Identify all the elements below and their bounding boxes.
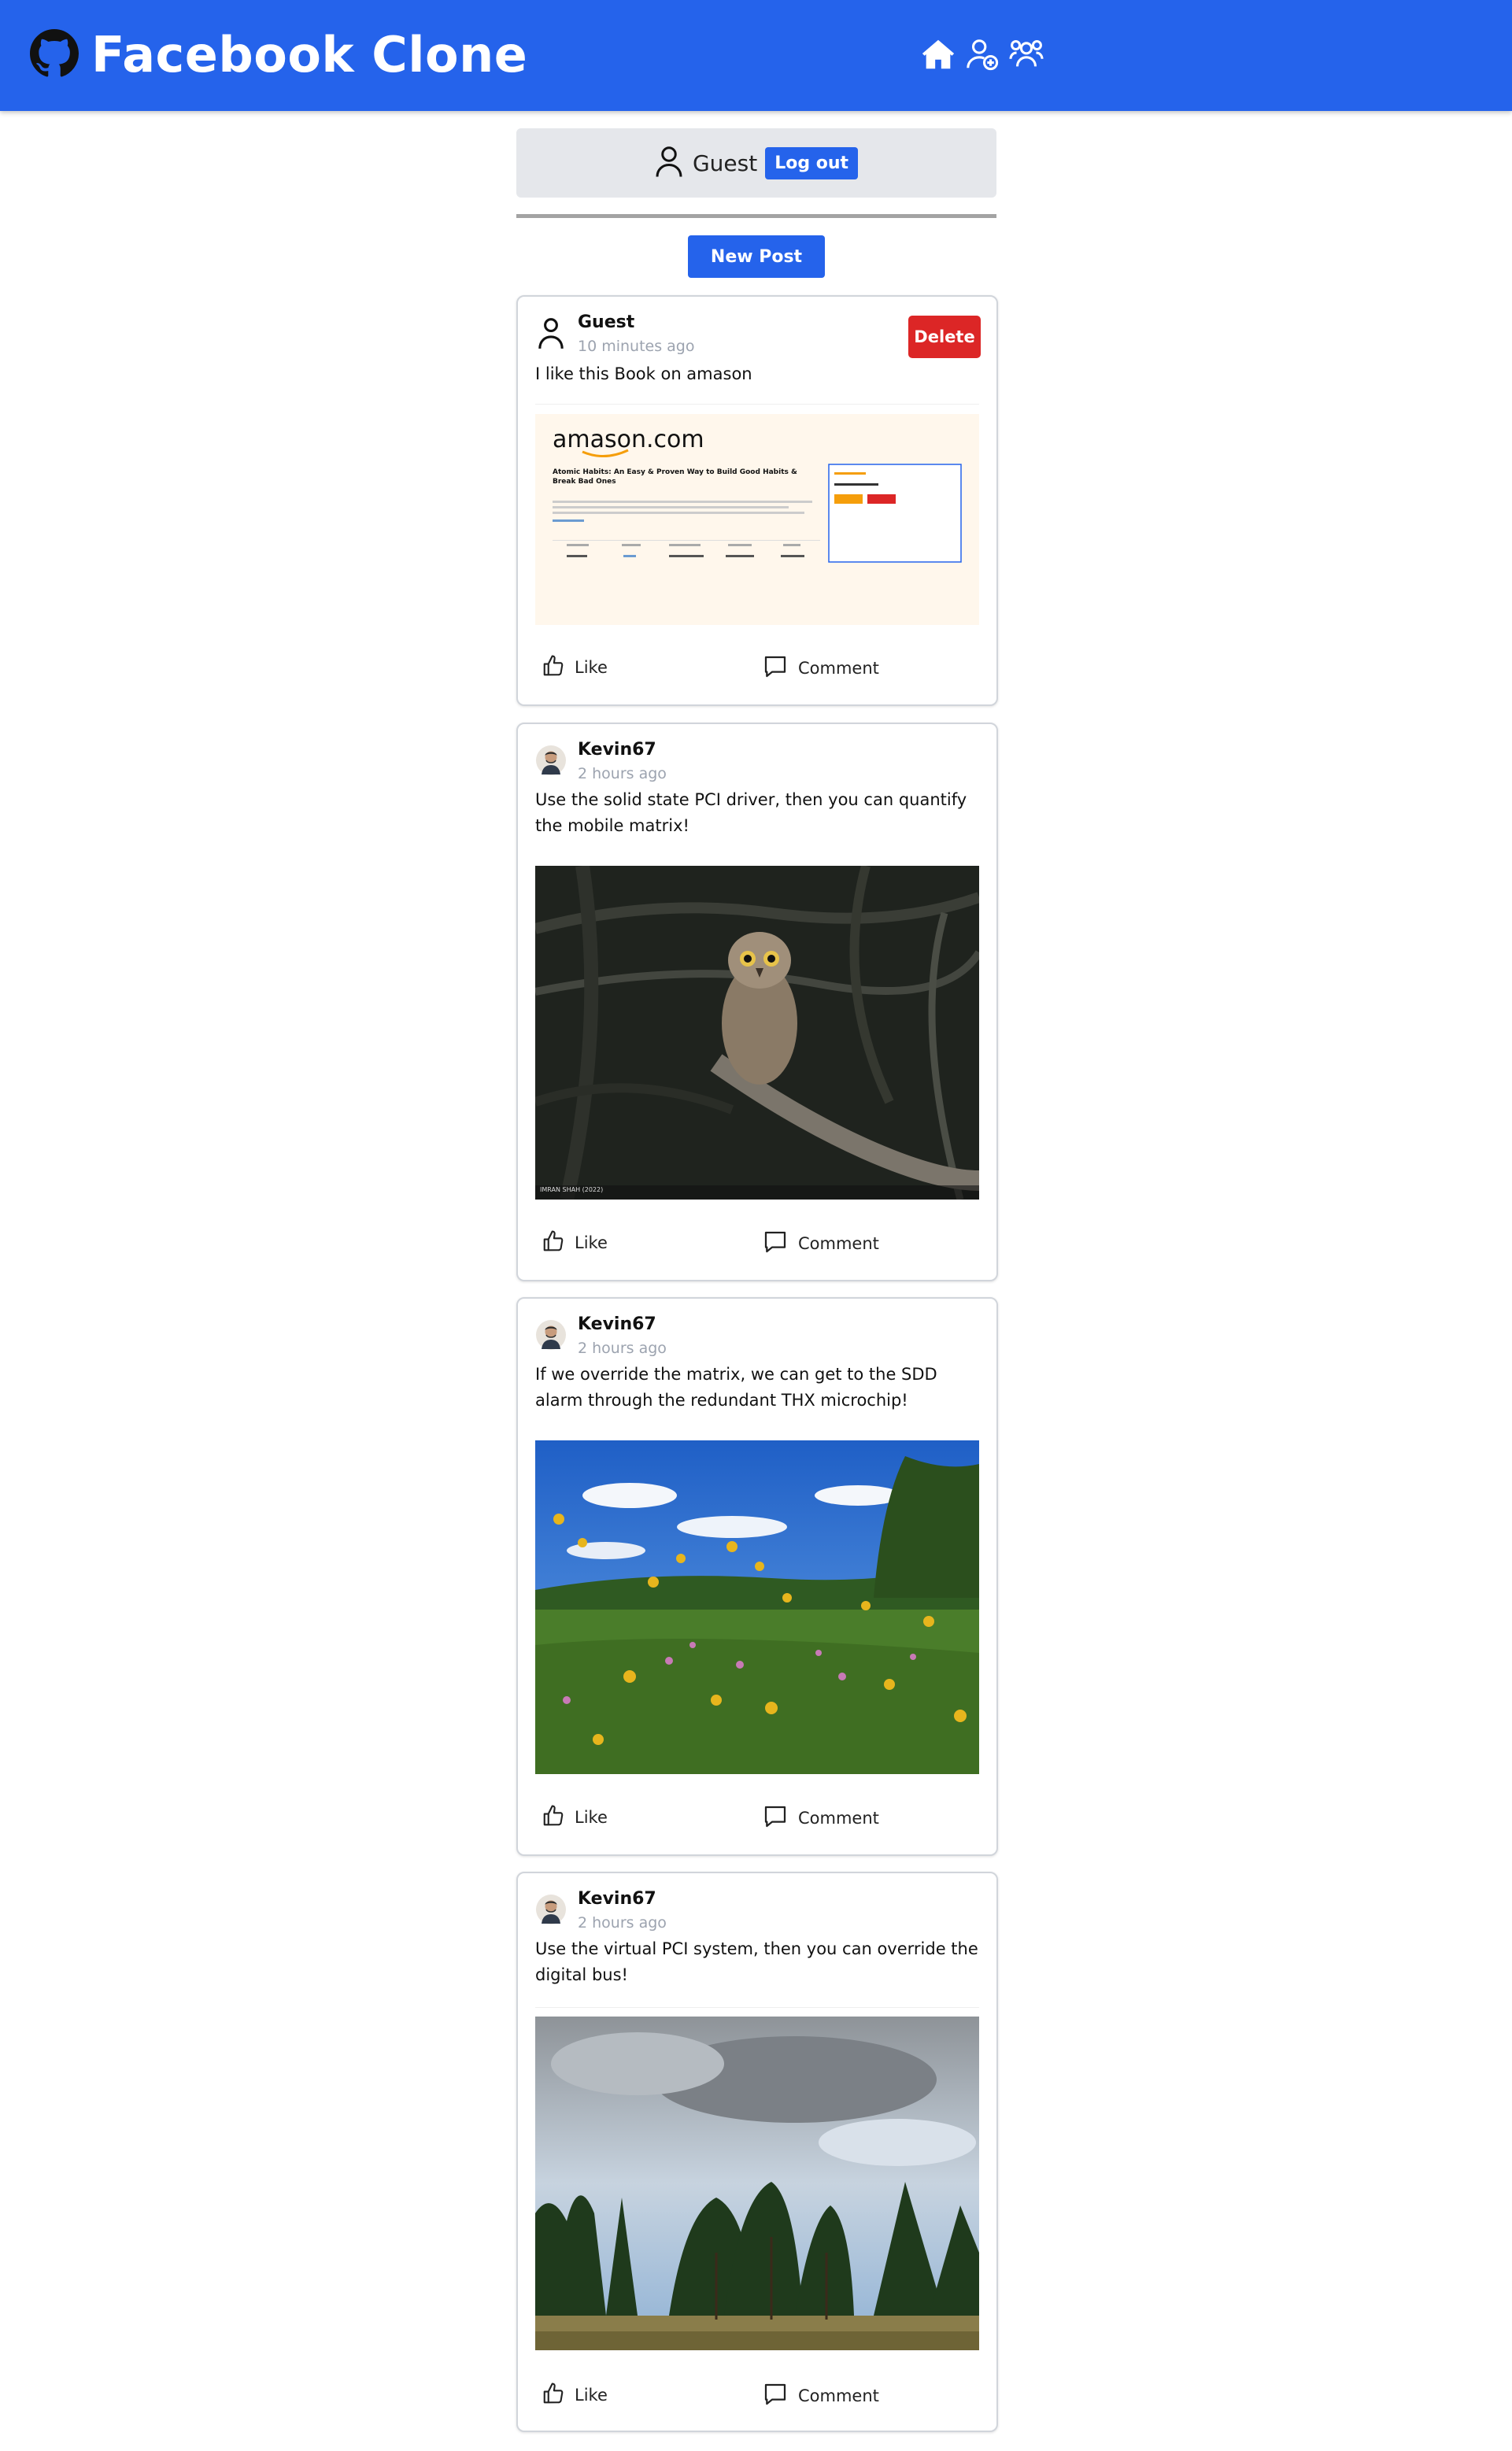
post-card: Kevin67 2 hours ago Use the solid state … [516, 723, 998, 1281]
post-card: Guest 10 minutes ago Delete I like this … [516, 295, 998, 706]
user-icon [655, 145, 683, 181]
avatar [535, 1892, 567, 1927]
post-author[interactable]: Kevin67 [578, 1314, 656, 1334]
comment-label: Comment [798, 1809, 879, 1828]
comment-button[interactable]: Comment [762, 2382, 879, 2410]
post-author[interactable]: Kevin67 [578, 740, 656, 760]
post-time: 2 hours ago [578, 1340, 667, 1357]
post-image[interactable] [535, 2017, 979, 2350]
like-button[interactable]: Like [542, 2382, 608, 2408]
like-button[interactable]: Like [542, 1804, 608, 1831]
like-label: Like [575, 2386, 608, 2405]
navbar: Facebook Clone [0, 0, 1512, 111]
new-post-button[interactable]: New Post [688, 235, 825, 278]
kevin-avatar-icon [536, 1320, 566, 1350]
comment-label: Comment [798, 2386, 879, 2405]
avatar [535, 1318, 567, 1352]
home-icon[interactable] [919, 33, 957, 76]
post-text: If we override the matrix, we can get to… [535, 1365, 937, 1410]
comment-icon [762, 2382, 789, 2410]
post-author[interactable]: Kevin67 [578, 1889, 656, 1909]
owl-photo-image: IMRAN SHAH (2022) [535, 866, 979, 1200]
users-icon[interactable] [1007, 33, 1045, 76]
nav-icons [919, 33, 1045, 76]
comment-button[interactable]: Comment [762, 654, 879, 682]
delete-post-button[interactable]: Delete [908, 316, 981, 358]
add-user-icon[interactable] [963, 33, 1001, 76]
kevin-avatar-icon [536, 745, 566, 775]
like-label: Like [575, 1808, 608, 1827]
comment-button[interactable]: Comment [762, 1229, 879, 1258]
post-time: 10 minutes ago [578, 338, 695, 355]
comment-icon [762, 654, 789, 682]
meadow-photo-image [535, 1440, 979, 1774]
amazon-screenshot-image: amason.com Atomic Habits: An Easy & Prov… [535, 414, 979, 625]
post-separator [535, 404, 979, 405]
post-card: Kevin67 2 hours ago If we override the m… [516, 1297, 998, 1856]
like-label: Like [575, 658, 608, 677]
like-button[interactable]: Like [542, 1229, 608, 1256]
brand[interactable]: Facebook Clone [30, 27, 527, 83]
comment-button[interactable]: Comment [762, 1804, 879, 1832]
avatar [535, 743, 567, 778]
github-icon [30, 29, 79, 81]
post-actions: Like Comment [542, 654, 967, 687]
comment-label: Comment [798, 659, 879, 678]
user-bar: Guest Log out [516, 128, 996, 198]
thumbs-up-icon [542, 1804, 565, 1831]
user-name: Guest [692, 150, 758, 176]
like-button[interactable]: Like [542, 654, 608, 681]
like-label: Like [575, 1233, 608, 1252]
post-author[interactable]: Guest [578, 312, 634, 332]
kevin-avatar-icon [536, 1895, 566, 1924]
photo-caption: IMRAN SHAH (2022) [540, 1186, 603, 1193]
post-time: 2 hours ago [578, 1914, 667, 1932]
post-text: I like this Book on amason [535, 364, 752, 383]
app-title: Facebook Clone [91, 26, 528, 83]
post-text: Use the virtual PCI system, then you can… [535, 1939, 978, 1984]
post-image[interactable]: IMRAN SHAH (2022) [535, 866, 979, 1200]
comment-label: Comment [798, 1234, 879, 1253]
thumbs-up-icon [542, 1229, 565, 1256]
logout-button[interactable]: Log out [765, 146, 859, 179]
post-time: 2 hours ago [578, 765, 667, 782]
post-actions: Like Comment [542, 1804, 967, 1837]
forest-photo-image [535, 2017, 979, 2350]
screenshot-logo: amason.com [553, 426, 704, 453]
post-text: Use the solid state PCI driver, then you… [535, 790, 967, 835]
post-actions: Like Comment [542, 1229, 967, 1262]
screenshot-book-title: Atomic Habits: An Easy & Proven Way to B… [553, 468, 797, 486]
divider [516, 214, 996, 218]
thumbs-up-icon [542, 654, 565, 681]
guest-avatar-icon [535, 316, 567, 350]
post-card: Kevin67 2 hours ago Use the virtual PCI … [516, 1872, 998, 2432]
comment-icon [762, 1229, 789, 1258]
post-image[interactable] [535, 1440, 979, 1774]
post-actions: Like Comment [542, 2382, 967, 2415]
thumbs-up-icon [542, 2382, 565, 2408]
post-image[interactable]: amason.com Atomic Habits: An Easy & Prov… [535, 414, 979, 625]
comment-icon [762, 1804, 789, 1832]
post-separator [535, 2007, 979, 2008]
